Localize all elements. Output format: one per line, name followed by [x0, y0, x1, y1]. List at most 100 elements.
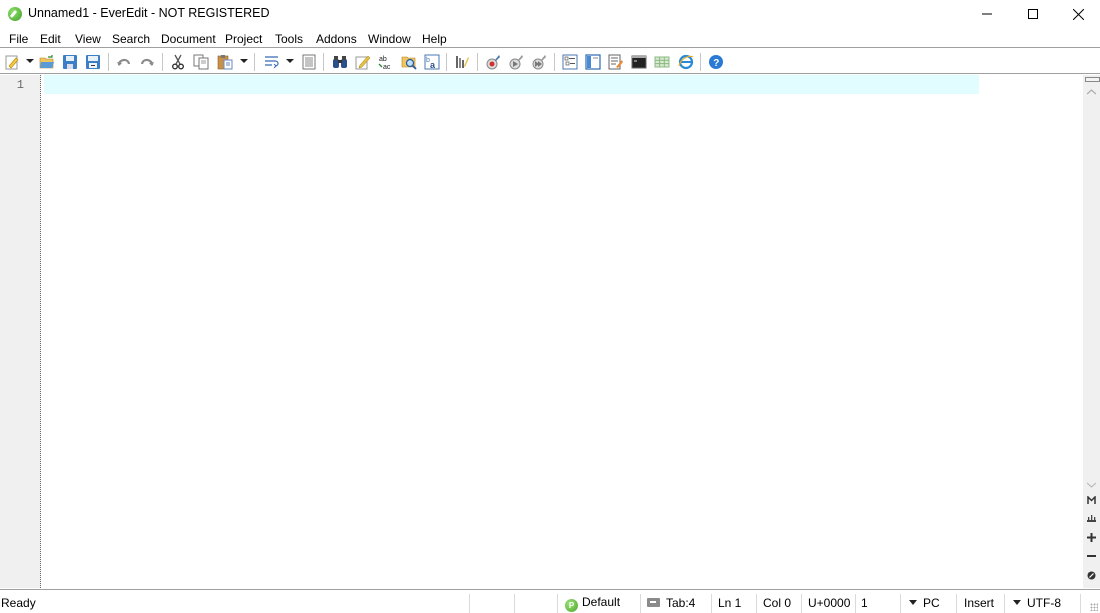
browser-button[interactable] [676, 52, 696, 72]
replace-in-files-button[interactable]: ba [422, 52, 442, 72]
open-folder-icon [39, 55, 54, 69]
menu-bar: File Edit View Search Document Project T… [0, 29, 1100, 48]
reset-zoom-icon [1087, 571, 1096, 579]
redo-button[interactable] [137, 52, 157, 72]
line-indicator[interactable]: Ln 1 [718, 596, 741, 610]
minimize-button[interactable] [964, 0, 1010, 28]
paste-button[interactable] [215, 52, 235, 72]
crown-icon [1087, 514, 1096, 522]
vertical-scrollbar[interactable] [1083, 75, 1100, 588]
word-wrap-button[interactable] [262, 52, 282, 72]
column-indicator[interactable]: Col 0 [763, 596, 791, 610]
find-in-files-icon [401, 56, 417, 70]
find-in-files-button[interactable] [399, 52, 419, 72]
menu-addons[interactable]: Addons [316, 29, 357, 48]
paste-dropdown[interactable] [240, 59, 248, 63]
insert-mode-indicator[interactable]: Insert [964, 596, 994, 610]
resize-grip[interactable] [1090, 603, 1098, 611]
menu-edit[interactable]: Edit [40, 29, 61, 48]
sidebar-panel-button[interactable] [583, 52, 603, 72]
new-file-button[interactable] [2, 52, 22, 72]
line-number-gutter: 1 [0, 75, 41, 588]
grid-button[interactable] [652, 52, 672, 72]
encoding-selector[interactable]: UTF-8 [1013, 596, 1061, 610]
play-macro-multiple-button[interactable] [529, 52, 549, 72]
split-handle[interactable] [1085, 77, 1100, 82]
cut-icon [172, 54, 184, 70]
svg-text:?: ? [713, 58, 719, 69]
menu-view[interactable]: View [75, 29, 101, 48]
zoom-in-button[interactable] [1083, 530, 1100, 544]
save-all-button[interactable] [83, 52, 103, 72]
sidebar-panel-icon [585, 54, 601, 70]
record-macro-button[interactable] [483, 52, 503, 72]
status-divider [469, 594, 470, 613]
outline-icon [562, 54, 578, 70]
crown-button[interactable] [1083, 511, 1100, 525]
menu-project[interactable]: Project [225, 29, 262, 48]
svg-text:ab: ab [379, 56, 387, 63]
document-view-button[interactable] [299, 52, 319, 72]
tab-label: Tab:4 [666, 596, 696, 610]
maximize-button[interactable] [1010, 0, 1056, 28]
column-mode-button[interactable] [452, 52, 472, 72]
menu-window[interactable]: Window [368, 29, 411, 48]
word-wrap-dropdown[interactable] [286, 59, 294, 63]
edit-button[interactable] [353, 52, 373, 72]
find-icon [333, 56, 347, 68]
toolbar: ab ac ba ? [0, 49, 1100, 74]
line-ending-selector[interactable]: PC [909, 596, 940, 610]
zoom-out-button[interactable] [1083, 549, 1100, 563]
close-button[interactable] [1055, 0, 1100, 28]
replace-button[interactable]: ab ac [376, 52, 396, 72]
new-file-dropdown[interactable] [26, 59, 34, 63]
undo-icon [117, 58, 131, 66]
menu-help[interactable]: Help [422, 29, 447, 48]
notes-icon [608, 54, 623, 70]
status-divider [900, 594, 901, 613]
scroll-down-button[interactable] [1083, 478, 1100, 492]
edit-pencil-icon [355, 55, 371, 70]
toolbar-separator [323, 53, 324, 71]
find-button[interactable] [330, 52, 350, 72]
outline-button[interactable] [560, 52, 580, 72]
title-bar: Unnamed1 - EverEdit - NOT REGISTERED [0, 0, 1100, 28]
line-ending-label: PC [923, 596, 940, 610]
copy-icon [193, 54, 209, 70]
copy-button[interactable] [191, 52, 211, 72]
save-button[interactable] [60, 52, 80, 72]
status-divider [855, 594, 856, 613]
svg-text:ac: ac [383, 64, 391, 70]
undo-button[interactable] [114, 52, 134, 72]
window-title: Unnamed1 - EverEdit - NOT REGISTERED [28, 6, 270, 20]
line-number: 1 [16, 78, 24, 92]
menu-document[interactable]: Document [161, 29, 216, 48]
zoom-in-icon [1087, 532, 1096, 542]
paste-icon [217, 55, 233, 70]
column-mode-icon [456, 56, 469, 68]
tab-setting[interactable]: Tab:4 [647, 596, 695, 610]
scroll-up-button[interactable] [1083, 85, 1100, 99]
browser-icon [678, 54, 694, 70]
syntax-selector[interactable]: P Default [565, 595, 620, 612]
help-icon: ? [709, 55, 723, 69]
console-button[interactable] [629, 52, 649, 72]
help-button[interactable]: ? [706, 52, 726, 72]
tab-icon [647, 598, 660, 607]
play-macro-multiple-icon [532, 55, 546, 70]
menu-tools[interactable]: Tools [275, 29, 303, 48]
replace-in-files-icon: ba [424, 54, 440, 70]
toolbar-separator [446, 53, 447, 71]
cut-button[interactable] [168, 52, 188, 72]
menu-file[interactable]: File [9, 29, 28, 48]
menu-search[interactable]: Search [112, 29, 150, 48]
chevron-down-icon [909, 600, 917, 605]
play-macro-button[interactable] [506, 52, 526, 72]
open-button[interactable] [37, 52, 57, 72]
toolbar-separator [700, 53, 701, 71]
editor-area[interactable]: 1 [0, 75, 1083, 588]
reset-zoom-button[interactable] [1083, 568, 1100, 582]
current-line-highlight[interactable] [44, 75, 979, 94]
bookmark-m-button[interactable] [1083, 493, 1100, 507]
notes-button[interactable] [606, 52, 626, 72]
